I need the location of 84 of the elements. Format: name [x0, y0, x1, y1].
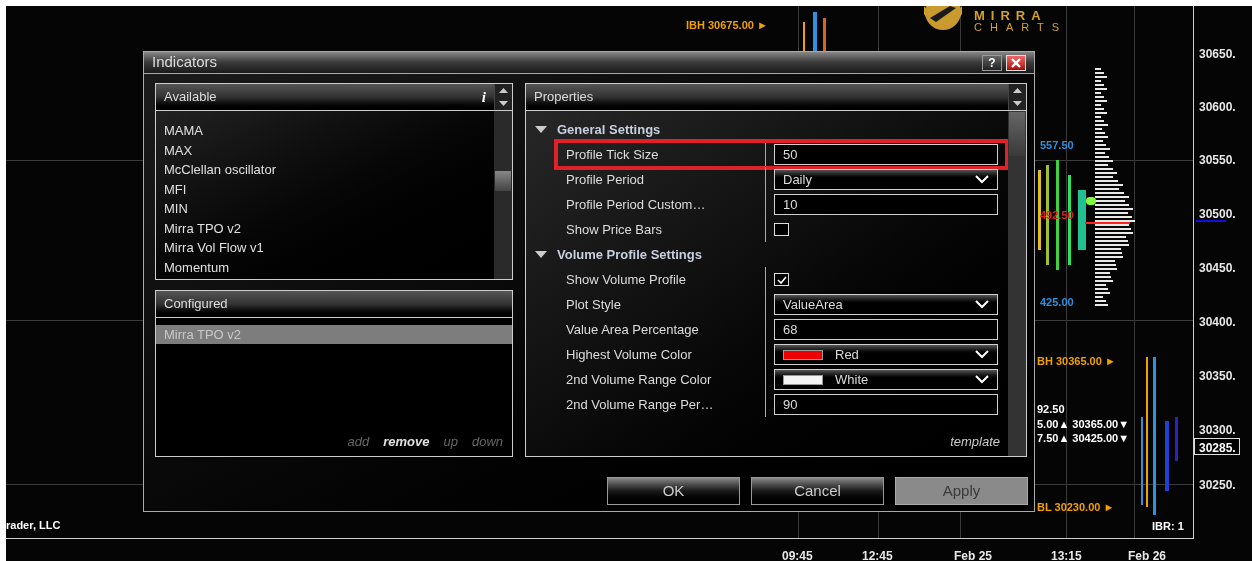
- panel-title: Available: [164, 88, 217, 107]
- time-axis-label: 09:45: [782, 548, 813, 561]
- indicator-list-item[interactable]: MAMA: [164, 121, 494, 141]
- scroll-up-icon[interactable]: [499, 88, 508, 93]
- chevron-down-icon: [975, 300, 989, 309]
- dialog-button[interactable]: Cancel: [751, 477, 884, 505]
- indicator-list-item[interactable]: Momentum: [164, 257, 494, 277]
- scroll-down-icon[interactable]: [1013, 101, 1022, 106]
- property-label: Highest Volume Color: [557, 342, 766, 367]
- price-axis-label: 30250.: [1199, 477, 1236, 494]
- chart-label: IBR: 1: [1152, 519, 1184, 534]
- logo-title: MIRRA: [974, 9, 1048, 22]
- property-label: Show Volume Profile: [557, 267, 766, 292]
- value-field[interactable]: 90: [774, 394, 998, 415]
- price-axis-label: 30400.: [1199, 314, 1236, 331]
- scroll-thumb[interactable]: [1009, 112, 1025, 156]
- window-title: Indicators: [152, 52, 218, 73]
- info-icon[interactable]: i: [481, 85, 486, 109]
- property-label: Plot Style: [557, 292, 766, 317]
- price-axis-label: 30650.: [1199, 46, 1236, 63]
- property-label: Profile Tick Size: [557, 142, 766, 167]
- time-axis-label: 13:15: [1051, 548, 1082, 561]
- scroll-down-icon[interactable]: [499, 101, 508, 106]
- time-axis-label: Feb 26: [1128, 548, 1166, 561]
- list-action-link[interactable]: remove: [383, 431, 430, 451]
- panel-title: Configured: [164, 295, 228, 314]
- property-label: 2nd Volume Range Color: [557, 367, 766, 392]
- panel-title: Properties: [534, 88, 594, 107]
- section-title: General Settings: [557, 120, 661, 139]
- scroll-thumb[interactable]: [495, 171, 511, 191]
- price-axis-label: 30550.: [1199, 152, 1236, 169]
- scrollbar[interactable]: [494, 111, 512, 279]
- checkbox[interactable]: [774, 223, 789, 236]
- chevron-down-icon: [975, 175, 989, 184]
- collapse-arrow-icon[interactable]: [535, 126, 547, 133]
- chevron-down-icon: [975, 375, 989, 384]
- dialog-button[interactable]: OK: [607, 477, 740, 505]
- logo-subtitle: CHARTS: [974, 22, 1068, 33]
- indicator-list-item[interactable]: Mirra TPO v2: [164, 218, 494, 238]
- chart-label: 92.50: [1037, 402, 1065, 417]
- price-axis-label: 30450.: [1199, 260, 1236, 277]
- value-field[interactable]: 68: [774, 319, 998, 340]
- close-icon: [1011, 57, 1021, 68]
- property-label: Show Price Bars: [557, 217, 766, 242]
- chart-label: 557.50: [1040, 138, 1074, 153]
- property-label: Profile Period Custom…: [557, 192, 766, 217]
- indicator-list-item[interactable]: Mirra Vol Flow v1: [164, 238, 494, 258]
- chart-label: IBH 30675.00 ►: [686, 18, 768, 33]
- dropdown[interactable]: Daily: [774, 169, 998, 190]
- property-label: 2nd Volume Range Per…: [557, 392, 766, 417]
- dropdown[interactable]: ValueArea: [774, 294, 998, 315]
- close-button[interactable]: [1006, 54, 1026, 71]
- checkbox[interactable]: [774, 273, 789, 286]
- chart-label: 5.00▲ 30365.00▼: [1037, 417, 1130, 432]
- section-title: Volume Profile Settings: [557, 245, 702, 264]
- current-price-label: 30285.: [1194, 438, 1240, 455]
- property-label: Value Area Percentage: [557, 317, 766, 342]
- price-axis-label: 30500.: [1199, 206, 1236, 223]
- chart-label: BH 30365.00 ►: [1037, 354, 1116, 369]
- copyright-text: rader, LLC: [6, 518, 61, 533]
- scrollbar[interactable]: [1008, 111, 1026, 456]
- price-axis-label: 30300.: [1199, 422, 1236, 439]
- chevron-down-icon: [975, 350, 989, 359]
- color-dropdown[interactable]: Red: [774, 344, 998, 365]
- collapse-arrow-icon[interactable]: [535, 251, 547, 258]
- indicator-list-item[interactable]: MIN: [164, 199, 494, 219]
- price-axis-label: 30350.: [1199, 368, 1236, 385]
- indicator-list-item[interactable]: MAX: [164, 140, 494, 160]
- chart-label: BL 30230.00 ►: [1037, 500, 1115, 515]
- property-label: Profile Period: [557, 167, 766, 192]
- value-field[interactable]: 10: [774, 194, 998, 215]
- time-axis-label: 12:45: [862, 548, 893, 561]
- template-link[interactable]: template: [950, 431, 1008, 456]
- chart-label: 425.00: [1040, 295, 1074, 310]
- indicator-list-item[interactable]: McClellan oscillator: [164, 160, 494, 180]
- time-axis-label: Feb 25: [954, 548, 992, 561]
- help-button[interactable]: ?: [982, 54, 1002, 71]
- check-icon: [776, 275, 787, 284]
- chart-label: 7.50▲ 30425.00▼: [1037, 431, 1130, 446]
- indicator-list-item[interactable]: MFI: [164, 179, 494, 199]
- price-axis-label: 30600.: [1199, 99, 1236, 116]
- scroll-up-icon[interactable]: [1013, 88, 1022, 93]
- value-field[interactable]: 50: [774, 144, 998, 165]
- color-dropdown[interactable]: White: [774, 369, 998, 390]
